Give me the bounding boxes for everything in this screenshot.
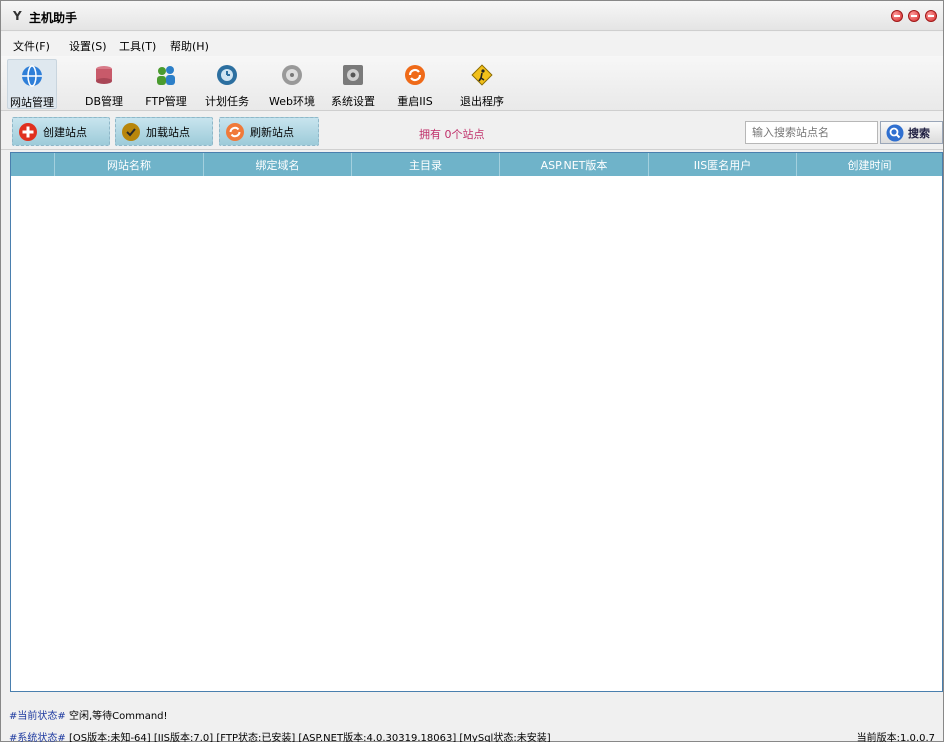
load-site-label: 加载站点: [146, 125, 190, 139]
current-status: #当前状态# 空闲,等待Command!: [9, 707, 168, 722]
search-button-label: 搜索: [908, 126, 930, 140]
exit-icon: [471, 64, 493, 86]
tool-label: 系统设置: [331, 95, 375, 108]
main-window: Y 主机助手 文件(F) 设置(S) 工具(T) 帮助(H) 网站管理 DB管理: [0, 0, 944, 742]
create-site-label: 创建站点: [43, 125, 87, 139]
tool-label: 网站管理: [10, 96, 54, 109]
search-icon: [886, 124, 904, 141]
column-header[interactable]: 网站名称: [55, 153, 204, 176]
current-status-tag: #当前状态#: [9, 711, 66, 722]
globe-icon: [22, 65, 42, 87]
current-status-text: 空闲,等待Command!: [68, 711, 168, 722]
web-env-icon: [282, 65, 302, 85]
tool-label: 重启IIS: [397, 95, 433, 108]
refresh-site-label: 刷新站点: [250, 125, 294, 139]
settings-icon: [343, 65, 363, 85]
database-icon: [96, 66, 112, 84]
window-controls: [891, 10, 937, 22]
version-label: 当前版本:1.0.0.7: [856, 733, 935, 742]
users-icon: [157, 66, 175, 85]
table-header: 网站名称 绑定域名 主目录 ASP.NET版本 IIS匿名用户 创建时间: [11, 153, 942, 176]
row-header-column: [11, 153, 55, 176]
tool-label: Web环境: [269, 95, 315, 108]
create-site-button[interactable]: 创建站点: [12, 117, 110, 146]
close-button[interactable]: [925, 10, 937, 22]
tool-site-management[interactable]: 网站管理: [7, 59, 57, 109]
column-header[interactable]: IIS匿名用户: [649, 153, 797, 176]
tool-db-management[interactable]: DB管理: [81, 59, 127, 109]
column-header[interactable]: 主目录: [352, 153, 500, 176]
clock-icon: [217, 65, 237, 85]
menu-file[interactable]: 文件(F): [13, 38, 50, 54]
column-header[interactable]: ASP.NET版本: [500, 153, 649, 176]
search-button[interactable]: 搜索: [880, 121, 943, 144]
system-status-tag: #系统状态#: [9, 733, 66, 742]
plus-icon: [19, 122, 37, 141]
app-logo: Y: [13, 9, 22, 23]
refresh-site-button[interactable]: 刷新站点: [219, 117, 319, 146]
main-toolbar: 网站管理 DB管理 FTP管理 计划任务 Web环境 系统设置 重启IIS 退出…: [1, 56, 943, 111]
menu-settings[interactable]: 设置(S): [69, 38, 107, 54]
action-bar: 创建站点 加载站点 刷新站点 拥有 0个站点 搜索: [1, 112, 943, 150]
search-input[interactable]: [745, 121, 878, 144]
tool-ftp-management[interactable]: FTP管理: [143, 59, 189, 109]
column-header[interactable]: 创建时间: [797, 153, 942, 176]
menu-bar: 文件(F) 设置(S) 工具(T) 帮助(H): [1, 32, 943, 56]
tool-label: FTP管理: [145, 95, 187, 108]
menu-help[interactable]: 帮助(H): [170, 38, 209, 54]
minimize-button[interactable]: [891, 10, 903, 22]
column-header[interactable]: 绑定域名: [204, 153, 352, 176]
menu-tools[interactable]: 工具(T): [119, 38, 156, 54]
tool-label: DB管理: [84, 95, 124, 108]
tool-restart-iis[interactable]: 重启IIS: [392, 59, 438, 109]
maximize-button[interactable]: [908, 10, 920, 22]
tool-scheduled-tasks[interactable]: 计划任务: [204, 59, 250, 109]
restart-icon: [405, 65, 425, 85]
tool-system-settings[interactable]: 系统设置: [330, 59, 376, 109]
site-count: 拥有 0个站点: [419, 128, 485, 141]
window-title: 主机助手: [29, 11, 78, 25]
site-table[interactable]: 网站名称 绑定域名 主目录 ASP.NET版本 IIS匿名用户 创建时间: [10, 152, 943, 692]
tool-label: 计划任务: [205, 95, 249, 108]
title-bar: Y 主机助手: [1, 1, 943, 31]
system-status: #系统状态# [OS版本:未知-64] [IIS版本:7.0] [FTP状态:已…: [9, 729, 551, 742]
tool-label: 退出程序: [460, 95, 504, 108]
load-icon: [122, 122, 140, 141]
load-site-button[interactable]: 加载站点: [115, 117, 213, 146]
system-status-text: [OS版本:未知-64] [IIS版本:7.0] [FTP状态:已安装] [AS…: [68, 733, 551, 742]
tool-web-environment[interactable]: Web环境: [267, 59, 317, 109]
refresh-icon: [226, 122, 244, 141]
tool-exit-program[interactable]: 退出程序: [457, 59, 507, 109]
